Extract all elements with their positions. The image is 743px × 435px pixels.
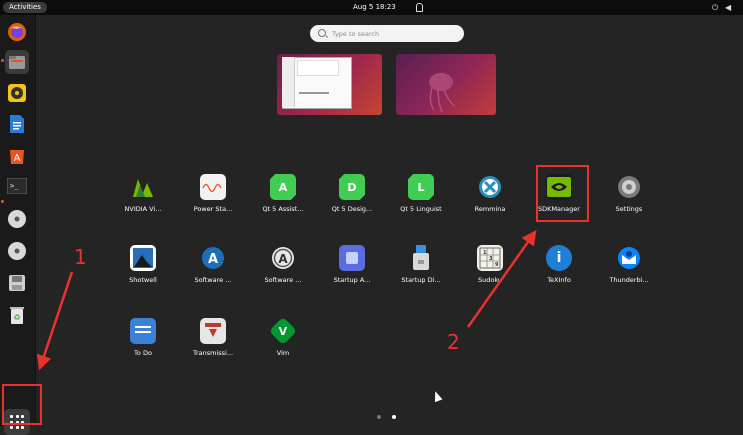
annotation-arrow-1 bbox=[36, 271, 74, 371]
annotation-arrows bbox=[36, 229, 537, 371]
annotation-arrow-2 bbox=[466, 229, 537, 328]
